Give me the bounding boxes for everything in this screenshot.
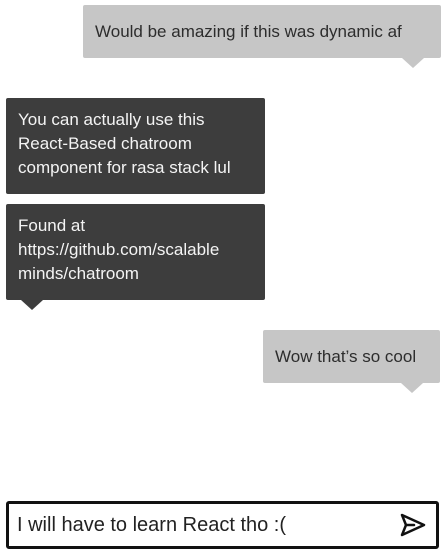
user-message: Wow that’s so cool (263, 330, 440, 383)
bot-message-tail (21, 300, 43, 310)
user-message-tail (402, 58, 424, 68)
message-composer (6, 501, 439, 549)
user-message: Would be amazing if this was dynamic af (83, 5, 441, 58)
bot-message: Found at https://github.com/scalable min… (6, 204, 265, 300)
user-message-tail (401, 383, 423, 393)
bot-message: You can actually use this React-Based ch… (6, 98, 265, 194)
send-icon (400, 513, 426, 537)
message-input[interactable] (17, 509, 377, 541)
send-button[interactable] (400, 513, 426, 537)
